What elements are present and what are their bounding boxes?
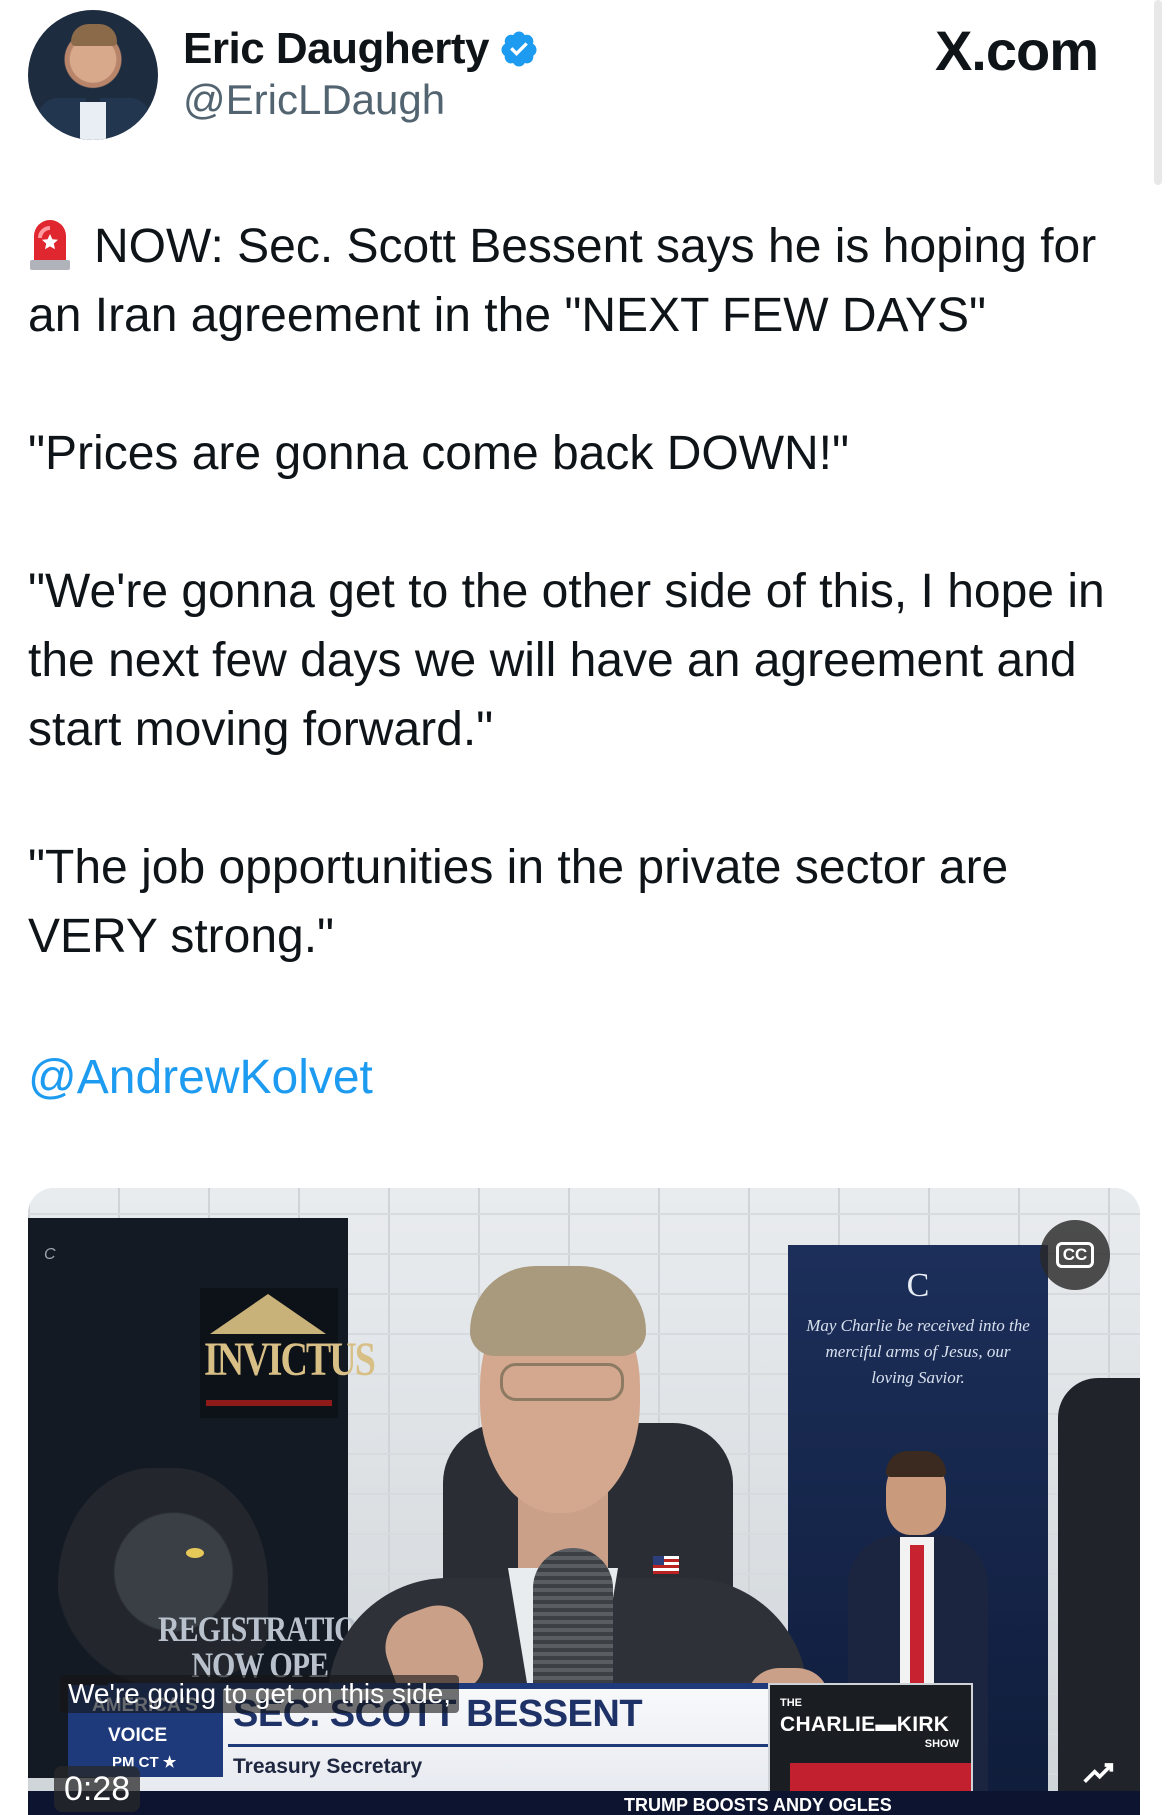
siren-icon: [30, 220, 70, 270]
replay-icon[interactable]: [1078, 1755, 1118, 1795]
video-player[interactable]: C INVICTUS REGISTRATIO NOW OPE C May Cha…: [28, 1188, 1140, 1815]
lower-third: AMERICA'S VOICE PM CT ★ SEC. SCOTT BESSE…: [28, 1669, 1140, 1815]
flag-pin: [653, 1556, 679, 1574]
invictus-text: INVICTUS: [204, 1333, 376, 1387]
poster-glyph: C: [906, 1267, 930, 1304]
tweet-body: NOW: Sec. Scott Bessent says he is hopin…: [28, 212, 1138, 971]
video-caption: We're going to get on this side,: [60, 1675, 460, 1713]
tweet-line-2: "Prices are gonna come back DOWN!": [28, 427, 850, 480]
poster-quote: May Charlie be received into the mercifu…: [806, 1316, 1030, 1387]
network-line-2: VOICE: [108, 1725, 168, 1746]
ticker-text: TRUMP BOOSTS ANDY OGLES: [624, 1795, 892, 1815]
tweet-line-4: "The job opportunities in the private se…: [28, 841, 1009, 963]
tweet-line-3: "We're gonna get to the other side of th…: [28, 565, 1105, 756]
cc-button[interactable]: CC: [1040, 1220, 1110, 1290]
show-the: THE: [780, 1697, 802, 1709]
verified-badge-icon: [501, 31, 537, 67]
avatar[interactable]: [28, 10, 158, 140]
name-row: Eric Daugherty: [183, 24, 539, 74]
tweet-paragraph: NOW: Sec. Scott Bessent says he is hopin…: [28, 212, 1138, 350]
tweet-line-1: NOW: Sec. Scott Bessent says he is hopin…: [28, 220, 1097, 342]
cc-icon: CC: [1055, 1242, 1095, 1268]
brand-logo: X.com: [934, 19, 1099, 82]
mention-link[interactable]: @AndrewKolvet: [28, 1050, 373, 1105]
lower-third-title: Treasury Secretary: [233, 1755, 423, 1778]
author-display-name[interactable]: Eric Daugherty: [183, 24, 489, 74]
glasses: [500, 1363, 624, 1401]
scrollbar[interactable]: [1154, 0, 1162, 185]
video-timestamp: 0:28: [54, 1766, 141, 1812]
show-name: CHARLIE▬KIRK: [780, 1713, 950, 1736]
news-ticker: TRUMP BOOSTS ANDY OGLES: [28, 1791, 1140, 1815]
show-logo: THE CHARLIE▬KIRK SHOW: [768, 1683, 973, 1795]
poster-logo-icon: C: [44, 1246, 56, 1263]
invictus-logo: INVICTUS: [200, 1288, 376, 1418]
author-handle[interactable]: @EricLDaugh: [183, 76, 445, 124]
show-suffix: SHOW: [924, 1738, 959, 1750]
tweet-header: Eric Daugherty @EricLDaugh X.com: [28, 10, 1148, 140]
